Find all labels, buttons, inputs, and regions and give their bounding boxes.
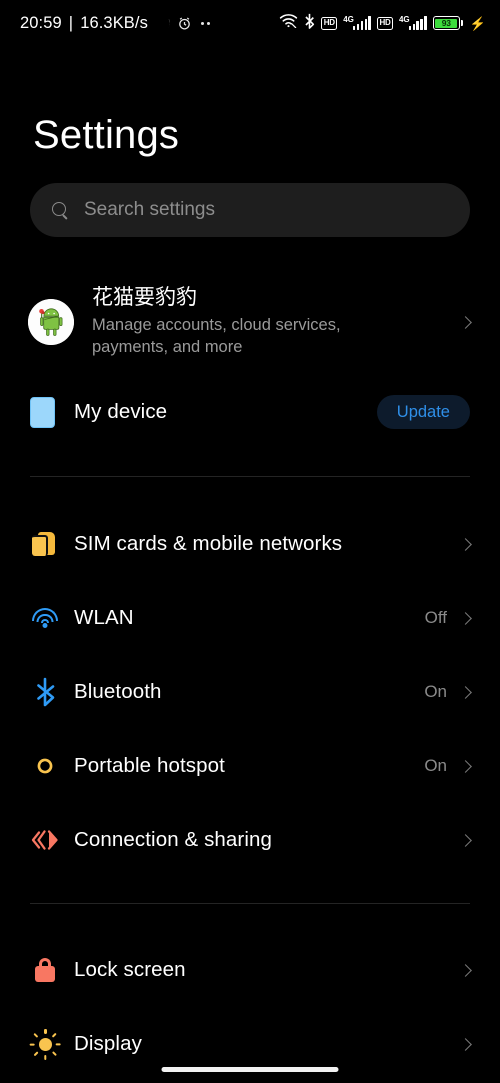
android-robot-avatar: [28, 299, 74, 345]
display-row[interactable]: Display: [0, 1021, 500, 1067]
sun-ray: [44, 1055, 47, 1060]
status-bar-right: HD 4G HD 4G 93 ⚡: [279, 13, 486, 34]
bluetooth-icon: [30, 677, 74, 707]
chevron-right-icon: [459, 759, 472, 773]
my-device-row[interactable]: My device Update: [0, 388, 500, 436]
chevron-right-icon: [459, 537, 472, 551]
wifi-icon: [30, 603, 74, 633]
portable-hotspot-row[interactable]: Portable hotspot On: [0, 743, 500, 789]
sim-card-icon: [30, 529, 74, 559]
chevron-right-icon: [459, 833, 472, 847]
connection-sharing-icon: [30, 825, 74, 855]
sun-ray: [44, 1029, 47, 1034]
status-bar-left: 20:59 | 16.3KB/s: [20, 14, 210, 33]
status-clock: 20:59: [20, 13, 62, 32]
sim-cards-label: SIM cards & mobile networks: [74, 532, 343, 555]
connection-sharing-row[interactable]: Connection & sharing: [0, 817, 500, 863]
phone-icon: [30, 396, 74, 428]
sun-ray: [52, 1051, 58, 1057]
sim1-signal: 4G: [343, 16, 372, 30]
portable-hotspot-label: Portable hotspot: [74, 754, 225, 777]
network-speed: 16.3KB/s: [80, 13, 148, 32]
chevron-right-icon: [459, 1037, 472, 1051]
update-button[interactable]: Update: [376, 394, 470, 430]
alarm-clock-icon: [177, 16, 192, 31]
page-title: Settings: [33, 113, 180, 157]
crescent-moon-icon: [155, 16, 170, 31]
bluetooth-icon: [304, 13, 315, 34]
bluetooth-row[interactable]: Bluetooth On: [0, 669, 500, 715]
divider-2: [30, 903, 470, 904]
battery-indicator: 93: [432, 16, 463, 30]
battery-level: 93: [435, 18, 458, 28]
home-gesture-bar[interactable]: [161, 1067, 339, 1072]
search-icon: [52, 201, 69, 219]
battery-cap: [460, 20, 463, 26]
account-row[interactable]: 花猫要豹豹 Manage accounts, cloud services, p…: [0, 277, 500, 367]
sun-ray: [29, 1043, 35, 1046]
brightness-sun-icon: [29, 1029, 74, 1060]
search-placeholder: Search settings: [84, 199, 215, 220]
account-subtitle: Manage accounts, cloud services, payment…: [92, 315, 341, 357]
lock-screen-row[interactable]: Lock screen: [0, 947, 500, 993]
chevron-right-icon: [459, 963, 472, 977]
hotspot-icon: [30, 751, 74, 781]
my-device-label: My device: [74, 400, 168, 423]
settings-screen: 20:59 | 16.3KB/s HD 4G HD 4G 93 ⚡ Settin…: [0, 0, 500, 1083]
lock-icon: [30, 955, 74, 985]
status-bar: 20:59 | 16.3KB/s HD 4G HD 4G 93 ⚡: [0, 0, 500, 46]
chevron-right-icon: [459, 685, 472, 699]
chevron-right-icon: [459, 611, 472, 625]
sim-cards-row[interactable]: SIM cards & mobile networks: [0, 521, 500, 567]
lock-screen-label: Lock screen: [74, 958, 186, 981]
portable-hotspot-value: On: [424, 756, 447, 775]
chevron-right-icon: [459, 315, 472, 329]
sim2-hd-badge: HD: [377, 16, 393, 30]
search-input[interactable]: Search settings: [30, 183, 470, 237]
two-dots-icon: [200, 21, 210, 25]
lightning-bolt-icon: ⚡: [469, 15, 486, 31]
sim2-signal: 4G: [399, 16, 427, 30]
wlan-row[interactable]: WLAN Off: [0, 595, 500, 641]
sun-ray: [33, 1051, 39, 1057]
connection-sharing-label: Connection & sharing: [74, 828, 273, 851]
sun-ray: [33, 1032, 39, 1038]
display-label: Display: [74, 1032, 142, 1055]
bluetooth-label: Bluetooth: [74, 680, 162, 703]
sim1-hd-badge: HD: [321, 16, 338, 30]
account-texts: 花猫要豹豹 Manage accounts, cloud services, p…: [92, 286, 461, 359]
wifi-slash-icon: [279, 13, 298, 33]
divider-1: [30, 476, 470, 477]
wlan-label: WLAN: [74, 606, 134, 629]
sun-ray: [52, 1032, 58, 1038]
status-separator: |: [68, 13, 74, 32]
wlan-value: Off: [424, 608, 447, 627]
account-name: 花猫要豹豹: [92, 285, 197, 309]
sun-ray: [56, 1043, 61, 1046]
bluetooth-value: On: [424, 682, 447, 701]
